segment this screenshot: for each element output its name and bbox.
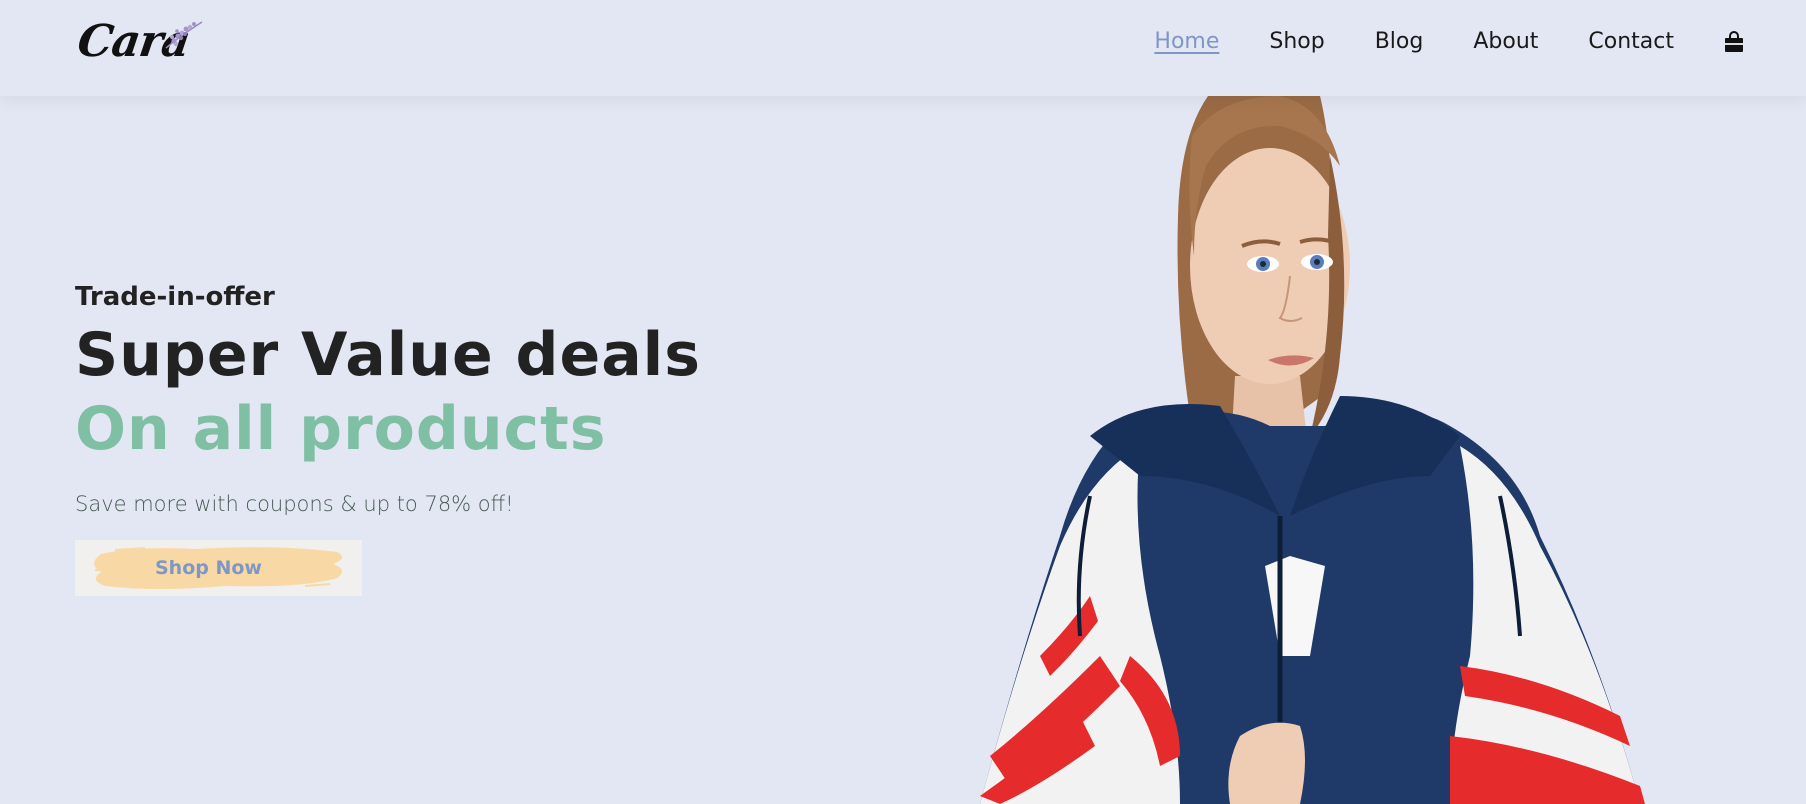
shopping-bag-icon[interactable] [1724,30,1744,54]
hero-kicker: Trade-in-offer [75,282,275,312]
main-nav: Home Shop Blog About Contact [1154,26,1744,58]
hero-content: Trade-in-offer Super Value deals On all … [75,276,701,596]
lavender-sprig-icon [165,21,203,49]
hero-title: Super Value deals [75,320,701,390]
shop-now-button[interactable]: Shop Now [75,540,362,596]
nav-link-home[interactable]: Home [1154,26,1219,58]
hero-title-accent: On all products [75,394,607,464]
nav-link-shop[interactable]: Shop [1269,26,1324,58]
hero-subtitle: Save more with coupons & up to 78% off! [75,492,514,516]
nav-link-blog[interactable]: Blog [1375,26,1424,58]
hero-model-image [980,96,1645,804]
shop-now-label: Shop Now [155,557,262,579]
site-header: Cara Home Shop Blog About Contact [0,0,1806,96]
page: Cara Home Shop Blog About Contact Trade-… [0,0,1806,804]
cara-logo[interactable]: Cara [74,14,204,70]
nav-link-contact[interactable]: Contact [1588,26,1674,58]
nav-link-about[interactable]: About [1473,26,1538,58]
